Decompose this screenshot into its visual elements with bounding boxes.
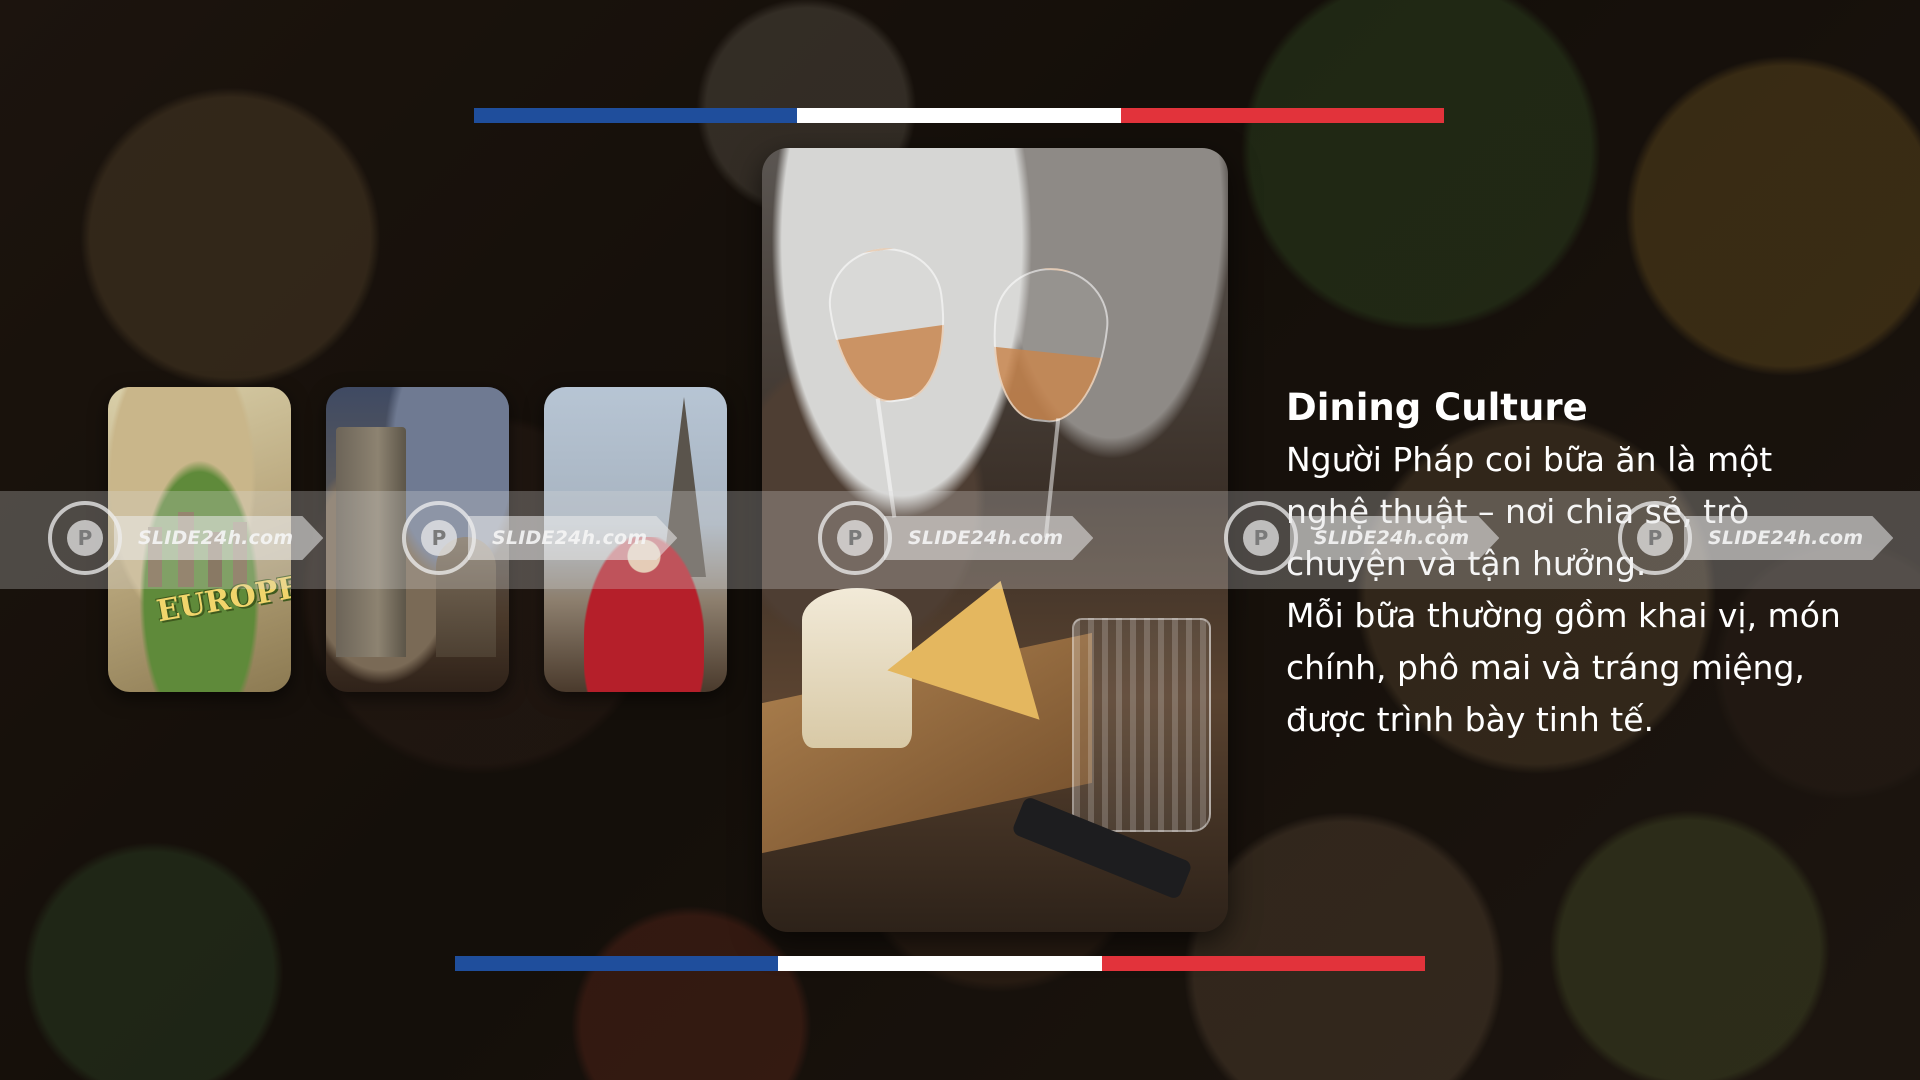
watermark-logo-icon: P [1224,501,1298,575]
watermark-logo-icon: P [818,501,892,575]
flag-white-segment [778,956,1102,971]
watermark-text: SLIDE24h.com [492,527,648,549]
watermark-logo-icon: P [402,501,476,575]
watermark-text: SLIDE24h.com [138,527,294,549]
paragraph-2: Mỗi bữa thường gồm khai vị, món chính, p… [1286,596,1841,739]
watermark-arrow: SLIDE24h.com [1684,516,1894,560]
watermark-text: SLIDE24h.com [1708,527,1864,549]
watermark-logo-icon: P [1618,501,1692,575]
watermark-arrow: SLIDE24h.com [1290,516,1500,560]
wine-glass-icon [821,240,957,410]
water-glass-icon [1072,618,1211,832]
watermark-logo-icon: P [48,501,122,575]
flag-white-segment [797,108,1121,123]
flag-blue-segment [474,108,798,123]
watermark: P SLIDE24h.com [1618,497,1894,579]
watermark: P SLIDE24h.com [402,497,678,579]
watermark-text: SLIDE24h.com [908,527,1064,549]
watermark-arrow: SLIDE24h.com [884,516,1094,560]
watermark-text: SLIDE24h.com [1314,527,1470,549]
flag-bar-bottom [455,956,1425,971]
watermark: P SLIDE24h.com [48,497,324,579]
slide-heading: Dining Culture [1286,386,1588,429]
slide: EUROPE Dining Culture Người Pháp coi bữa… [0,0,1920,1080]
watermark-arrow: SLIDE24h.com [468,516,678,560]
watermark-arrow: SLIDE24h.com [114,516,324,560]
flag-red-segment [1120,108,1444,123]
flag-blue-segment [455,956,779,971]
wine-glass-icon [984,262,1114,428]
flag-bar-top [474,108,1444,123]
watermark: P SLIDE24h.com [818,497,1094,579]
flag-red-segment [1101,956,1425,971]
watermark: P SLIDE24h.com [1224,497,1500,579]
